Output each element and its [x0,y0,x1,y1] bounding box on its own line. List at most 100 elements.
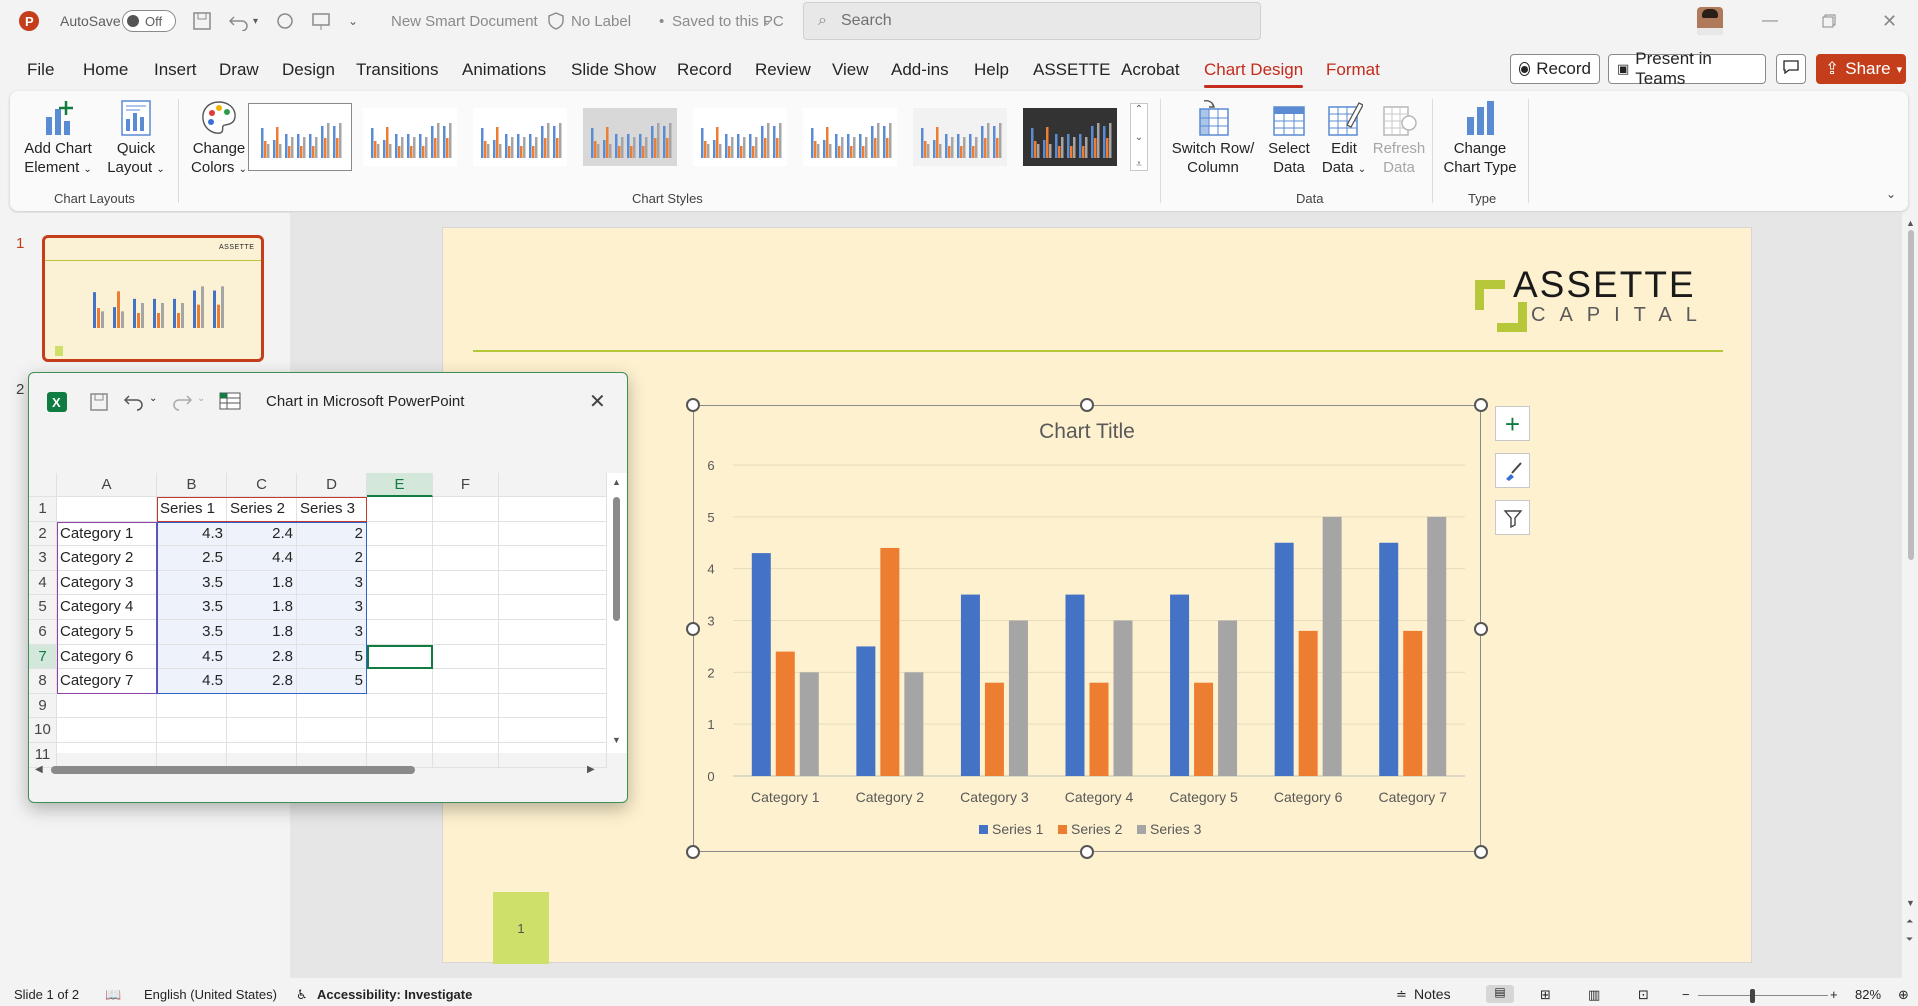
bar-series-1[interactable] [1065,594,1085,776]
bar-series-2[interactable] [880,547,900,776]
share-button[interactable]: ⇪ Share ▾ [1816,54,1906,84]
gallery-more-icon[interactable]: ⩡ [1136,159,1142,170]
row-header[interactable]: 8 [29,669,57,694]
bar-series-3[interactable] [1427,516,1447,776]
bar-series-2[interactable] [775,651,795,776]
grid-cell[interactable] [157,718,227,743]
grid-cell[interactable] [499,620,607,645]
grid-cell[interactable] [57,693,157,719]
bar-series-1[interactable] [1170,594,1190,776]
bar-series-1[interactable] [960,594,980,776]
close-window-icon[interactable]: ✕ [1882,0,1897,42]
chart-style-8[interactable] [1018,103,1122,171]
document-title[interactable]: New Smart Document [391,0,538,42]
grid-cell[interactable]: 2.8 [227,669,297,694]
fit-to-window-icon[interactable]: ⊕ [1898,987,1909,1003]
grid-cell[interactable]: Category 4 [57,595,157,620]
row-header[interactable]: 5 [29,595,57,620]
tab-design[interactable]: Design [282,60,335,80]
excel-data-window[interactable]: X ⌄ ⌄ Chart in Microsoft PowerPoint ✕ AB… [28,372,628,803]
grid-cell[interactable] [499,693,607,719]
chart-style-3[interactable] [468,103,572,171]
bar-series-1[interactable] [751,553,771,776]
resize-handle[interactable] [1474,622,1488,636]
resize-handle[interactable] [1080,845,1094,859]
tab-animations[interactable]: Animations [462,60,546,80]
search-box[interactable]: ⌕ Search [803,2,1261,40]
row-header[interactable]: 10 [29,718,57,743]
sensitivity-shield-icon[interactable] [548,0,564,42]
grid-cell[interactable]: 5 [297,644,367,670]
vertical-scrollbar[interactable]: ▲ ▼ ⏶ ⏷ [1906,218,1916,968]
bar-series-2[interactable] [1403,630,1423,776]
grid-cell[interactable] [499,546,607,571]
grid-cell[interactable] [499,644,607,670]
refresh-data-button[interactable]: Refresh Data [1372,99,1426,177]
column-header[interactable]: A [57,473,157,497]
grid-cell[interactable]: 3.5 [157,570,227,596]
grid-cell[interactable] [367,644,433,670]
resize-handle[interactable] [686,622,700,636]
grid-cell[interactable] [367,497,433,522]
column-header[interactable]: E [367,473,433,497]
grid-vertical-scrollbar[interactable]: ▲ ▼ [607,473,627,753]
grid-cell[interactable] [499,669,607,694]
record-button[interactable]: Record [1510,54,1600,84]
tab-view[interactable]: View [832,60,869,80]
grid-cell[interactable]: 4.4 [227,546,297,571]
grid-cell[interactable] [57,718,157,743]
undo-icon[interactable] [228,0,250,42]
zoom-in-icon[interactable]: + [1830,987,1838,1002]
resize-handle[interactable] [1474,398,1488,412]
notes-button[interactable]: Notes [1414,986,1451,1002]
minimize-icon[interactable]: — [1762,0,1778,42]
bar-series-3[interactable] [799,672,819,776]
grid-cell[interactable]: Category 5 [57,620,157,645]
save-icon[interactable] [192,0,212,42]
tab-help[interactable]: Help [974,60,1009,80]
change-colors-button[interactable]: Change Colors ⌄ [184,99,254,179]
grid-cell[interactable] [433,570,499,596]
grid-cell[interactable]: 2.8 [227,644,297,670]
resize-handle[interactable] [1474,845,1488,859]
redo-dropdown-icon[interactable]: ⌄ [197,393,205,404]
bar-series-3[interactable] [1322,516,1342,776]
select-all-corner[interactable] [29,473,57,497]
tab-draw[interactable]: Draw [219,60,259,80]
save-icon[interactable] [89,392,109,416]
tab-review[interactable]: Review [755,60,811,80]
grid-cell[interactable] [157,693,227,719]
gallery-scroll[interactable]: ⌃ ⌄ ⩡ [1130,103,1148,171]
redo-icon[interactable] [275,0,295,42]
bar-series-3[interactable] [1113,620,1133,777]
present-from-start-icon[interactable] [311,0,331,42]
grid-cell[interactable]: 4.5 [157,669,227,694]
grid-cell[interactable]: 2 [297,521,367,547]
grid-cell[interactable] [499,595,607,620]
slide-show-icon[interactable]: ⊡ [1638,987,1649,1003]
tab-chart-design[interactable]: Chart Design [1204,60,1304,88]
grid-cell[interactable] [433,620,499,645]
chart-style-5[interactable] [688,103,792,171]
redo-icon[interactable] [171,391,193,415]
bar-series-1[interactable] [1274,542,1294,776]
tab-file[interactable]: File [27,60,54,80]
column-header[interactable]: B [157,473,227,497]
user-avatar[interactable] [1697,0,1723,42]
grid-cell[interactable]: Category 1 [57,521,157,547]
tab-assette[interactable]: ASSETTE [1033,60,1110,80]
row-header[interactable]: 2 [29,521,57,547]
chart-filters-button[interactable] [1495,500,1530,535]
grid-cell[interactable] [433,595,499,620]
add-chart-element-button[interactable]: Add Chart Element ⌄ [20,99,96,179]
slide-sorter-icon[interactable]: ⊞ [1540,987,1551,1003]
row-header[interactable]: 3 [29,546,57,571]
chart-styles-button[interactable] [1495,453,1530,488]
spellcheck-icon[interactable]: 📖 [105,987,121,1003]
normal-view-icon[interactable]: ▤ [1486,985,1514,1003]
zoom-out-icon[interactable]: − [1682,987,1690,1002]
chevron-down-icon[interactable]: ⌄ [762,0,772,42]
grid-cell[interactable]: 4.5 [157,644,227,670]
slide-thumbnail-1[interactable]: ASSETTE [42,235,264,362]
row-header[interactable]: 6 [29,620,57,645]
